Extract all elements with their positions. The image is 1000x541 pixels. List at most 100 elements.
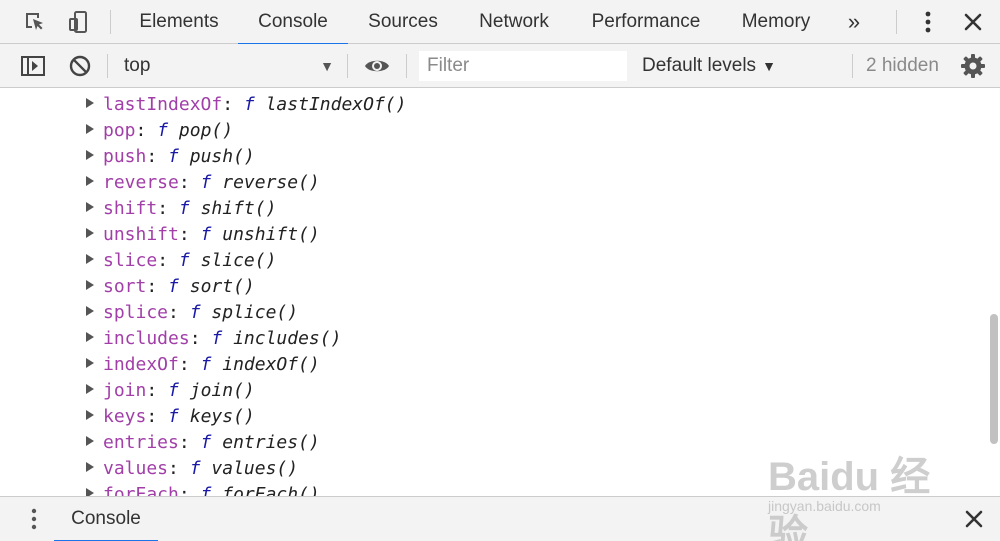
- function-signature: join(): [189, 380, 255, 401]
- function-keyword: f: [168, 276, 179, 297]
- function-signature: pop(): [178, 120, 234, 141]
- console-property-row[interactable]: keys: f keys(): [86, 404, 255, 430]
- property-colon: :: [146, 406, 169, 427]
- expand-triangle-icon[interactable]: [86, 436, 94, 446]
- tab-network[interactable]: Network: [466, 0, 562, 44]
- property-colon: :: [178, 354, 201, 375]
- close-icon[interactable]: [957, 6, 989, 38]
- function-keyword: f: [168, 380, 179, 401]
- property-colon: :: [178, 432, 201, 453]
- device-toolbar-icon[interactable]: [62, 6, 94, 38]
- console-property-row[interactable]: includes: f includes(): [86, 326, 341, 352]
- console-property-row[interactable]: unshift: f unshift(): [86, 222, 320, 248]
- tabbar-separator-2: [896, 10, 897, 34]
- sidebar-toggle-icon[interactable]: [17, 50, 49, 82]
- tab-elements[interactable]: Elements: [126, 0, 232, 44]
- expand-triangle-icon[interactable]: [86, 202, 94, 212]
- property-key: reverse: [103, 172, 179, 193]
- function-signature: indexOf(): [222, 354, 320, 375]
- expand-triangle-icon[interactable]: [86, 176, 94, 186]
- expand-triangle-icon[interactable]: [86, 306, 94, 316]
- console-property-row[interactable]: lastIndexOf: f lastIndexOf(): [86, 92, 406, 118]
- filter-input[interactable]: [419, 51, 627, 81]
- console-property-row[interactable]: reverse: f reverse(): [86, 170, 320, 196]
- console-property-row[interactable]: forEach: f forEach(): [86, 482, 320, 496]
- function-keyword: f: [157, 120, 169, 141]
- console-property-row[interactable]: splice: f splice(): [86, 300, 298, 326]
- gear-icon[interactable]: [957, 50, 989, 82]
- function-signature: shift(): [200, 198, 277, 219]
- function-keyword: f: [200, 484, 212, 496]
- property-colon: :: [146, 146, 169, 167]
- toolbar-separator-2: [347, 54, 348, 78]
- expand-triangle-icon[interactable]: [86, 254, 94, 264]
- expand-triangle-icon[interactable]: [86, 462, 94, 472]
- console-property-row[interactable]: join: f join(): [86, 378, 255, 404]
- tab-memory[interactable]: Memory: [728, 0, 824, 44]
- scrollbar-thumb[interactable]: [990, 314, 998, 444]
- kebab-menu-icon[interactable]: [912, 6, 944, 38]
- property-colon: :: [157, 198, 179, 219]
- function-keyword: f: [200, 172, 212, 193]
- property-key: join: [103, 380, 147, 401]
- console-property-row[interactable]: push: f push(): [86, 144, 255, 170]
- function-keyword: f: [168, 406, 179, 427]
- context-value: top: [124, 55, 151, 76]
- expand-triangle-icon[interactable]: [86, 488, 94, 496]
- tab-performance[interactable]: Performance: [578, 0, 714, 44]
- expand-triangle-icon[interactable]: [86, 358, 94, 368]
- inspect-element-icon[interactable]: [18, 6, 50, 38]
- function-keyword: f: [243, 94, 255, 115]
- property-key: includes: [103, 328, 190, 349]
- expand-triangle-icon[interactable]: [86, 384, 94, 394]
- baidu-watermark: Baidu 经验 jingyan.baidu.com: [762, 432, 952, 541]
- console-property-row[interactable]: shift: f shift(): [86, 196, 276, 222]
- console-property-row[interactable]: entries: f entries(): [86, 430, 320, 456]
- expand-triangle-icon[interactable]: [86, 410, 94, 420]
- function-signature: unshift(): [222, 224, 320, 245]
- drawer-tab-console[interactable]: Console: [54, 497, 158, 541]
- property-key: splice: [103, 302, 169, 323]
- console-property-row[interactable]: sort: f sort(): [86, 274, 255, 300]
- expand-triangle-icon[interactable]: [86, 98, 94, 108]
- context-selector[interactable]: top ▼: [114, 50, 340, 82]
- property-colon: :: [189, 328, 212, 349]
- console-property-row[interactable]: indexOf: f indexOf(): [86, 352, 320, 378]
- expand-triangle-icon[interactable]: [86, 124, 94, 134]
- property-key: forEach: [103, 484, 179, 496]
- function-keyword: f: [200, 224, 212, 245]
- property-colon: :: [135, 120, 158, 141]
- drawer-close-icon[interactable]: [958, 503, 990, 535]
- property-key: lastIndexOf: [103, 94, 223, 115]
- function-signature: values(): [211, 458, 299, 479]
- expand-triangle-icon[interactable]: [86, 280, 94, 290]
- watermark-url: jingyan.baidu.com: [768, 498, 881, 514]
- property-key: shift: [103, 198, 158, 219]
- drawer-menu-icon[interactable]: [20, 503, 48, 535]
- function-signature: includes(): [233, 328, 342, 349]
- function-keyword: f: [189, 458, 201, 479]
- property-colon: :: [178, 484, 201, 496]
- console-property-row[interactable]: values: f values(): [86, 456, 298, 482]
- property-colon: :: [168, 458, 190, 479]
- eye-icon[interactable]: [361, 50, 393, 82]
- tab-console[interactable]: Console: [238, 0, 348, 45]
- toolbar-separator-4: [852, 54, 853, 78]
- log-levels-dropdown[interactable]: Default levels ▼: [632, 50, 792, 82]
- function-signature: sort(): [189, 276, 255, 297]
- expand-triangle-icon[interactable]: [86, 228, 94, 238]
- property-key: entries: [103, 432, 179, 453]
- more-tabs-icon[interactable]: »: [838, 6, 870, 38]
- property-colon: :: [178, 224, 201, 245]
- console-property-row[interactable]: pop: f pop(): [86, 118, 233, 144]
- function-keyword: f: [178, 198, 190, 219]
- toolbar-separator-3: [406, 54, 407, 78]
- tab-sources[interactable]: Sources: [356, 0, 450, 44]
- function-signature: reverse(): [222, 172, 320, 193]
- console-property-row[interactable]: slice: f slice(): [86, 248, 276, 274]
- toolbar-separator: [107, 54, 108, 78]
- clear-console-icon[interactable]: [64, 50, 96, 82]
- expand-triangle-icon[interactable]: [86, 150, 94, 160]
- property-colon: :: [222, 94, 244, 115]
- expand-triangle-icon[interactable]: [86, 332, 94, 342]
